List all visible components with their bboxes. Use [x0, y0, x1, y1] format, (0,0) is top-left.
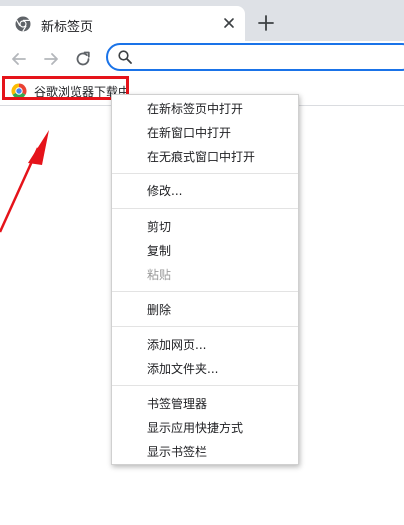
menu-separator — [112, 385, 298, 386]
menu-item-show-apps-shortcut[interactable]: 显示应用快捷方式 — [112, 416, 298, 440]
menu-separator — [112, 291, 298, 292]
browser-window: 新标签页 谷歌浏览器下载中 在新标签页中打开 在新窗口中打开 在无痕式窗口中打开… — [0, 0, 404, 525]
menu-item-paste: 粘贴 — [147, 268, 172, 282]
menu-item-show-bookmarks-bar[interactable]: 显示书签栏 — [112, 440, 298, 464]
menu-item-add-folder[interactable]: 添加文件夹... — [112, 357, 298, 381]
menu-item-copy[interactable]: 复制 — [112, 239, 298, 263]
menu-item-add-page[interactable]: 添加网页... — [112, 333, 298, 357]
menu-item-open-new-window[interactable]: 在新窗口中打开 — [112, 121, 298, 145]
menu-item-edit[interactable]: 修改... — [112, 179, 298, 203]
arrow-left-icon[interactable] — [10, 50, 28, 68]
tab-new-tab[interactable]: 新标签页 — [0, 6, 245, 41]
menu-separator — [112, 173, 298, 174]
address-input[interactable] — [140, 48, 400, 66]
search-icon — [118, 50, 132, 64]
close-icon[interactable] — [221, 15, 237, 31]
bookmark-context-menu: 在新标签页中打开 在新窗口中打开 在无痕式窗口中打开 修改... 剪切 复制 粘… — [111, 94, 299, 465]
menu-item-delete[interactable]: 删除 — [112, 298, 298, 322]
menu-item-bookmark-manager[interactable]: 书签管理器 — [112, 392, 298, 416]
tab-strip: 新标签页 — [0, 0, 404, 41]
menu-item-cut[interactable]: 剪切 — [112, 215, 298, 239]
menu-item-open-new-tab[interactable]: 在新标签页中打开 — [112, 97, 298, 121]
chrome-icon — [15, 16, 31, 32]
arrow-right-icon[interactable] — [42, 50, 60, 68]
menu-separator — [112, 208, 298, 209]
plus-icon[interactable] — [257, 14, 275, 32]
menu-item-open-incognito[interactable]: 在无痕式窗口中打开 — [112, 145, 298, 169]
annotation-arrow-icon — [0, 130, 49, 233]
omnibox[interactable] — [106, 43, 404, 71]
toolbar — [0, 41, 404, 77]
chrome-icon — [11, 83, 27, 99]
reload-icon[interactable] — [74, 50, 92, 68]
menu-separator — [112, 326, 298, 327]
tab-title: 新标签页 — [41, 20, 94, 35]
